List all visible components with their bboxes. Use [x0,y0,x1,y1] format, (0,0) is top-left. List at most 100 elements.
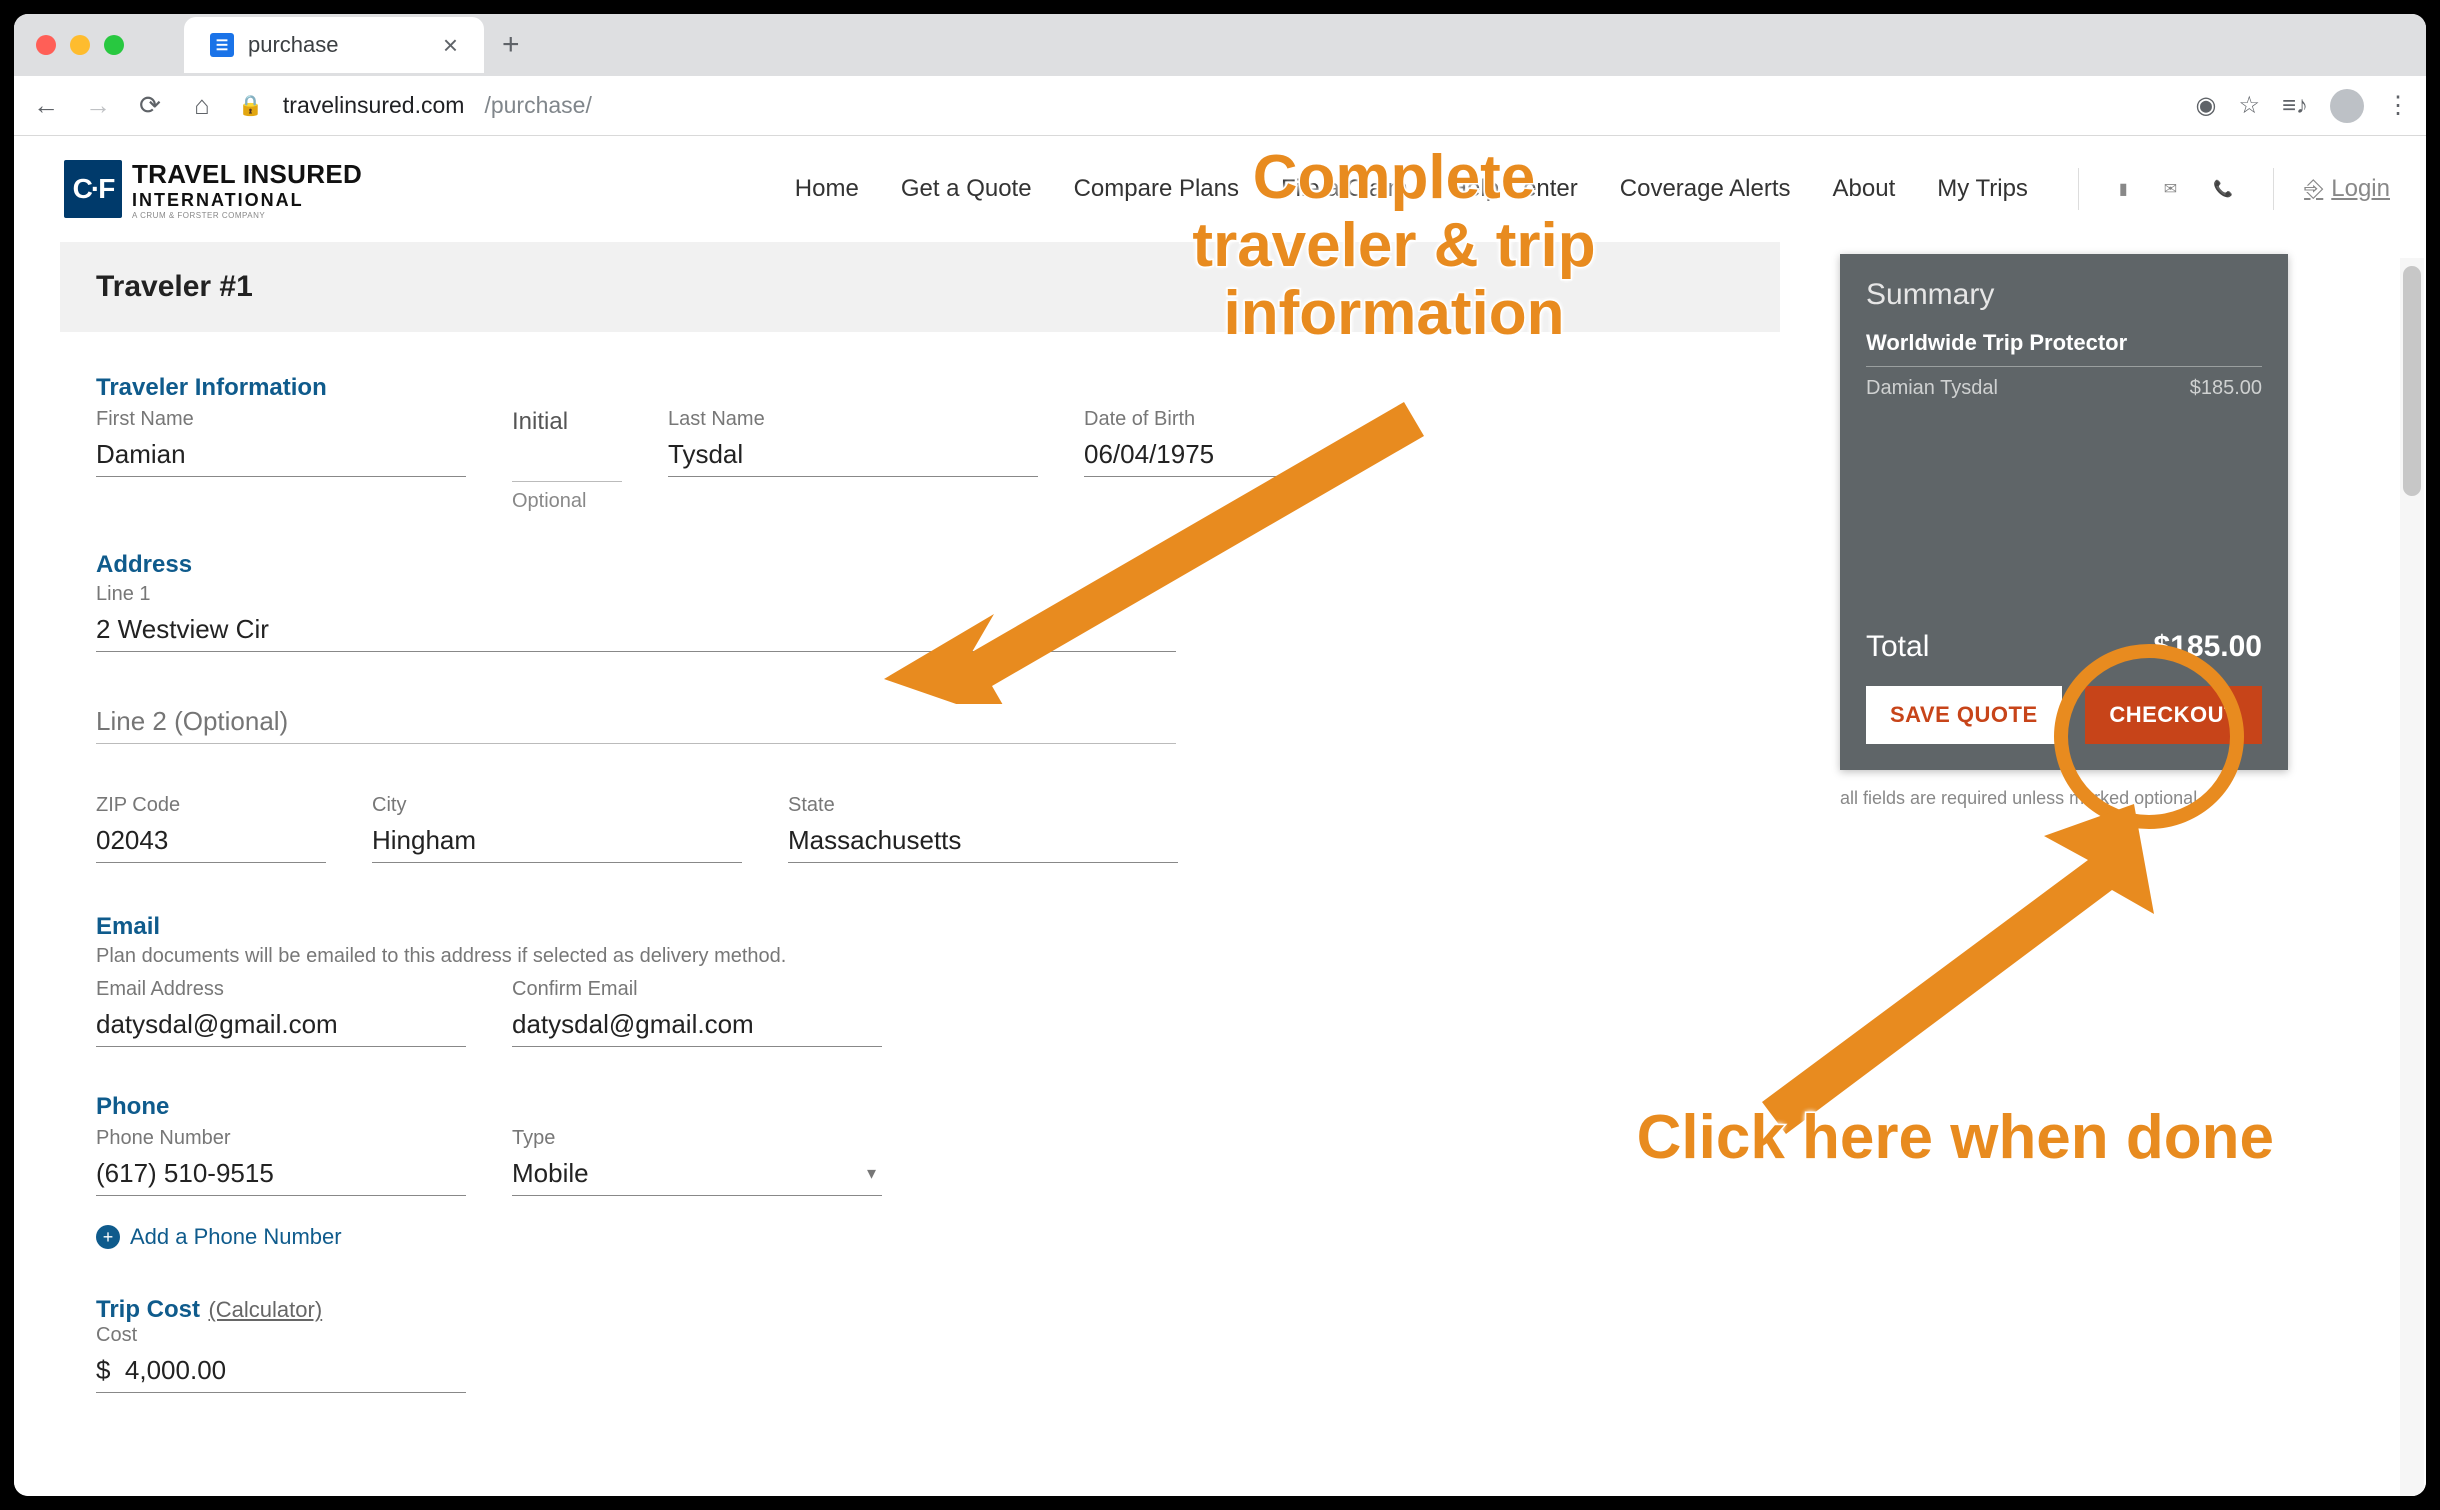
state-label: State [788,794,1178,817]
summary-title: Summary [1866,278,2262,312]
initial-hint: Optional [512,490,622,513]
chat-icon[interactable]: ▮ [2119,179,2128,199]
confirm-email-field[interactable] [512,1005,882,1047]
summary-box: Summary Worldwide Trip Protector Damian … [1840,254,2288,770]
reader-icon[interactable]: ≡♪ [2282,92,2308,120]
zip-label: ZIP Code [96,794,326,817]
initial-field[interactable] [512,440,622,482]
phone-heading: Phone [96,1093,1744,1121]
scrollbar-track[interactable] [2400,258,2424,1496]
chevron-down-icon: ▾ [867,1163,876,1184]
new-tab-button[interactable]: + [502,28,520,62]
browser-toolbar: ← → ⟳ ⌂ 🔒 travelinsured.com/purchase/ ◉ … [14,76,2426,136]
extension-icon[interactable]: ◉ [2196,91,2217,120]
phone-label: Phone Number [96,1127,466,1150]
window-titlebar: ☰ purchase × + [14,14,2426,76]
url-host[interactable]: travelinsured.com [283,92,465,119]
traveler-form: Traveler #1 Traveler Information First N… [60,242,1780,1433]
checkout-button[interactable]: CHECKOUT [2085,686,2262,744]
email-label: Email Address [96,978,466,1001]
phone-type-label: Type [512,1127,882,1150]
mail-icon[interactable]: ✉ [2164,179,2177,199]
plus-circle-icon: + [96,1225,120,1249]
nav-home[interactable]: Home [795,175,859,203]
dob-field[interactable] [1084,435,1304,477]
summary-plan: Worldwide Trip Protector [1866,330,2262,367]
last-name-field[interactable] [668,435,1038,477]
required-note: all fields are required unless marked op… [1840,788,2288,809]
login-label: Login [2331,175,2390,203]
phone-type-select[interactable] [512,1154,882,1196]
state-field[interactable] [788,821,1178,863]
zip-field[interactable] [96,821,326,863]
initial-label: Initial [512,408,622,436]
trip-cost-heading: Trip Cost [96,1296,200,1323]
summary-traveler-price: $185.00 [2190,377,2262,400]
nav-file-claim[interactable]: File a Claim [1281,175,1408,203]
summary-column: Summary Worldwide Trip Protector Damian … [1840,254,2288,1433]
add-phone-label: Add a Phone Number [130,1224,342,1250]
nav-help-center[interactable]: Help Center [1450,175,1578,203]
close-window-icon[interactable] [36,35,56,55]
url-path[interactable]: /purchase/ [484,92,591,119]
city-label: City [372,794,742,817]
first-name-label: First Name [96,408,466,431]
nav-compare-plans[interactable]: Compare Plans [1074,175,1239,203]
phone-field[interactable] [96,1154,466,1196]
site-header: C·F TRAVEL INSURED INTERNATIONAL A CRUM … [14,136,2426,242]
browser-tab[interactable]: ☰ purchase × [184,17,484,73]
scrollbar-thumb[interactable] [2403,266,2421,496]
kebab-menu-icon[interactable]: ⋮ [2386,91,2410,120]
summary-traveler-name: Damian Tysdal [1866,377,1998,400]
traveler-info-heading: Traveler Information [96,374,1744,402]
tab-favicon: ☰ [210,33,234,57]
logo-line3: A CRUM & FORSTER COMPANY [132,211,362,220]
logo-line2: INTERNATIONAL [132,190,362,211]
summary-total-row: Total $185.00 [1866,630,2262,664]
email-heading: Email [96,913,1744,941]
bookmark-icon[interactable]: ☆ [2238,91,2260,120]
phone-icon[interactable]: 📞 [2213,179,2233,199]
city-field[interactable] [372,821,742,863]
nav-get-quote[interactable]: Get a Quote [901,175,1032,203]
minimize-window-icon[interactable] [70,35,90,55]
first-name-field[interactable] [96,435,466,477]
nav-about[interactable]: About [1833,175,1896,203]
page-viewport: C·F TRAVEL INSURED INTERNATIONAL A CRUM … [14,136,2426,1496]
close-tab-icon[interactable]: × [443,30,458,61]
forward-icon[interactable]: → [82,90,114,121]
fullscreen-window-icon[interactable] [104,35,124,55]
site-logo[interactable]: C·F TRAVEL INSURED INTERNATIONAL A CRUM … [64,159,362,220]
line1-field[interactable] [96,610,1176,652]
calculator-link[interactable]: (Calculator) [208,1297,322,1322]
add-phone-button[interactable]: + Add a Phone Number [96,1224,1744,1250]
logo-line1: TRAVEL INSURED [132,159,362,190]
profile-avatar[interactable] [2330,89,2364,123]
browser-window: ☰ purchase × + ← → ⟳ ⌂ 🔒 travelinsured.c… [14,14,2426,1496]
tab-title: purchase [248,32,339,58]
email-field[interactable] [96,1005,466,1047]
logo-badge: C·F [64,160,122,218]
back-icon[interactable]: ← [30,90,62,121]
last-name-label: Last Name [668,408,1038,431]
reload-icon[interactable]: ⟳ [134,90,166,121]
traveler-card-header: Traveler #1 [60,242,1780,332]
lock-icon: 🔒 [238,93,263,118]
line2-field[interactable] [96,702,1176,744]
address-heading: Address [96,551,1744,579]
home-icon[interactable]: ⌂ [186,90,218,121]
nav-links: Home Get a Quote Compare Plans File a Cl… [795,175,2028,203]
toolbar-right: ◉ ☆ ≡♪ ⋮ [2196,89,2410,123]
email-sub: Plan documents will be emailed to this a… [96,945,1744,968]
summary-total-label: Total [1866,630,1929,664]
login-link[interactable]: ⎆ Login [2273,168,2390,210]
login-icon: ⎆ [2304,175,2323,203]
nav-my-trips[interactable]: My Trips [1937,175,2028,203]
confirm-email-label: Confirm Email [512,978,882,1001]
traveler-card-title: Traveler #1 [96,270,1744,304]
nav-coverage-alerts[interactable]: Coverage Alerts [1620,175,1791,203]
traveler-card-body: Traveler Information First Name Initial … [60,332,1780,1433]
cost-field[interactable] [96,1351,466,1393]
save-quote-button[interactable]: SAVE QUOTE [1866,686,2062,744]
header-action-icons: ▮ ✉ 📞 [2078,168,2233,210]
